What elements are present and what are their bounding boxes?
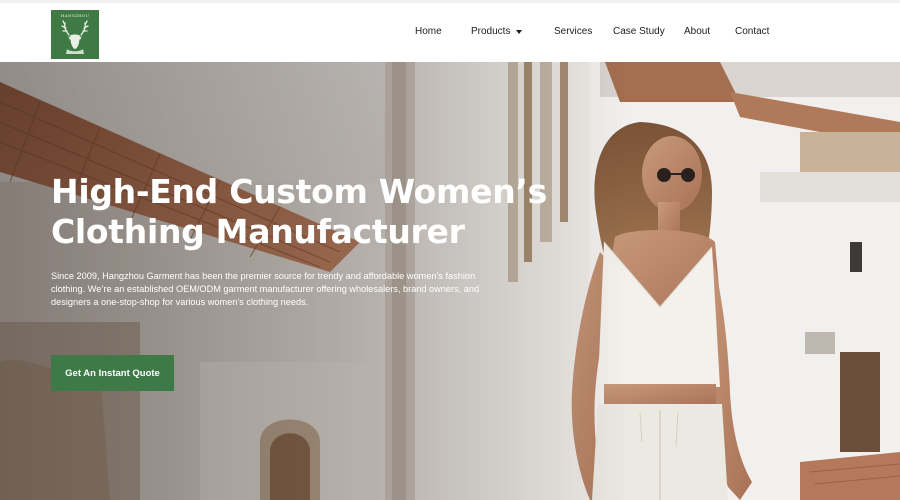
hero-description: Since 2009, Hangzhou Garment has been th…: [51, 271, 480, 307]
nav-about[interactable]: About: [684, 26, 710, 37]
chevron-down-icon: [516, 29, 523, 34]
site-header: HANGZHOU Home Products Services Case Stu…: [0, 3, 900, 62]
nav-home[interactable]: Home: [415, 26, 442, 37]
nav-services[interactable]: Services: [554, 26, 592, 37]
instant-quote-button[interactable]: Get An Instant Quote: [51, 355, 174, 391]
nav-contact[interactable]: Contact: [735, 26, 769, 37]
nav-case-study[interactable]: Case Study: [613, 26, 665, 37]
nav-products-label: Products: [471, 26, 511, 37]
hero-section: High-End Custom Women’s Clothing Manufac…: [0, 62, 900, 500]
hero-title: High-End Custom Women’s Clothing Manufac…: [51, 172, 547, 252]
hero-title-line-2: Clothing Manufacturer: [51, 212, 465, 251]
nav-products[interactable]: Products: [471, 26, 523, 37]
hero-title-line-1: High-End Custom Women’s: [51, 172, 547, 211]
main-nav: Home Products Services Case Study About …: [0, 3, 900, 62]
